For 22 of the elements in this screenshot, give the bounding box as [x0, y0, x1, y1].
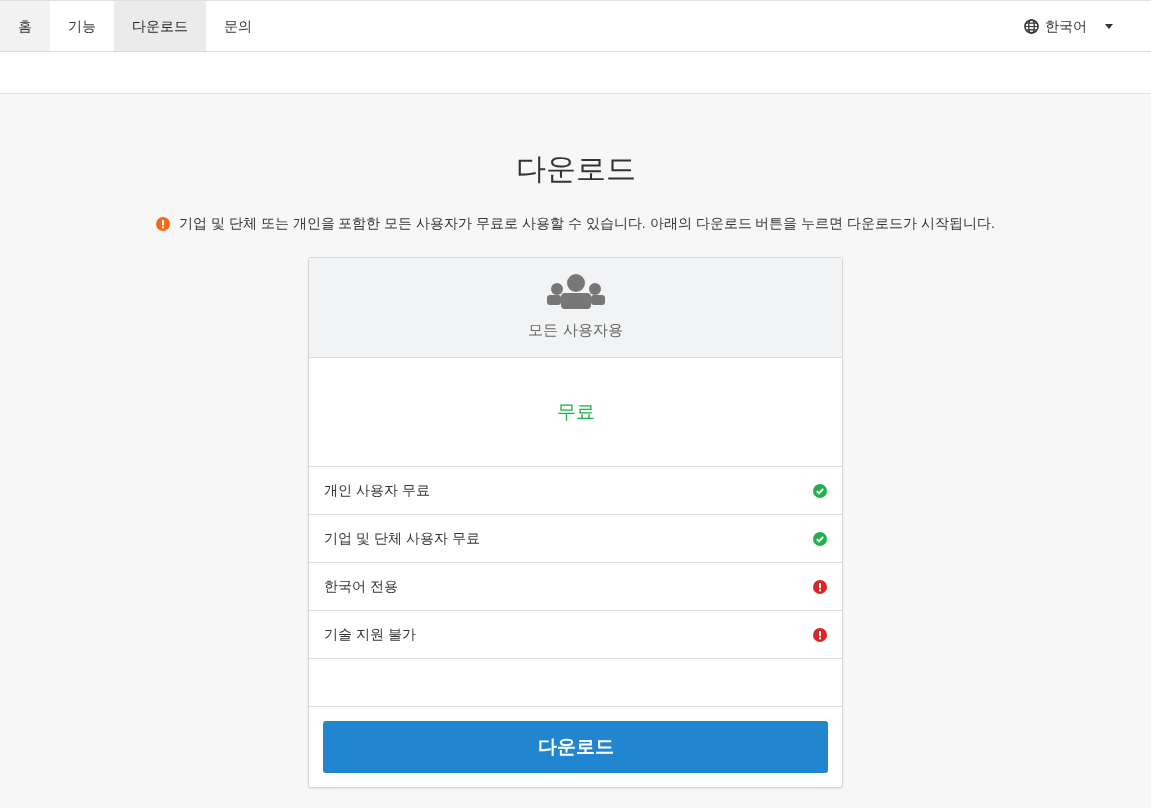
exclamation-circle-icon	[813, 627, 827, 642]
notice-text: 기업 및 단체 또는 개인을 포함한 모든 사용자가 무료로 사용할 수 있습니다. 아래의 다운로드 버튼을 누르면 다운로드가 시작됩니다.	[179, 214, 995, 233]
page-title: 다운로드	[515, 151, 636, 187]
feature-label: 기업 및 단체 사용자 무료	[324, 529, 480, 548]
nav-link[interactable]: 기능	[50, 1, 114, 51]
check-circle-icon	[813, 531, 827, 546]
feature-label: 개인 사용자 무료	[324, 481, 430, 500]
feature-label: 한국어 전용	[324, 577, 398, 596]
caret-icon	[1105, 23, 1113, 29]
price-label: 무료	[556, 399, 595, 424]
nav-link[interactable]: 문의	[206, 1, 270, 51]
users-icon	[546, 273, 605, 309]
globe-icon	[1024, 18, 1039, 34]
download-button[interactable]: 다운로드	[323, 721, 828, 773]
audience-label: 모든 사용자용	[528, 319, 623, 340]
exclamation-circle-icon	[813, 579, 827, 594]
check-circle-icon	[813, 483, 827, 498]
nav-link[interactable]: 다운로드	[114, 1, 206, 51]
exclamation-circle-icon	[156, 216, 171, 231]
nav-link[interactable]: 홈	[0, 1, 50, 51]
feature-label: 기술 지원 불가	[324, 625, 416, 644]
language-selector[interactable]: 한국어	[1024, 1, 1151, 51]
